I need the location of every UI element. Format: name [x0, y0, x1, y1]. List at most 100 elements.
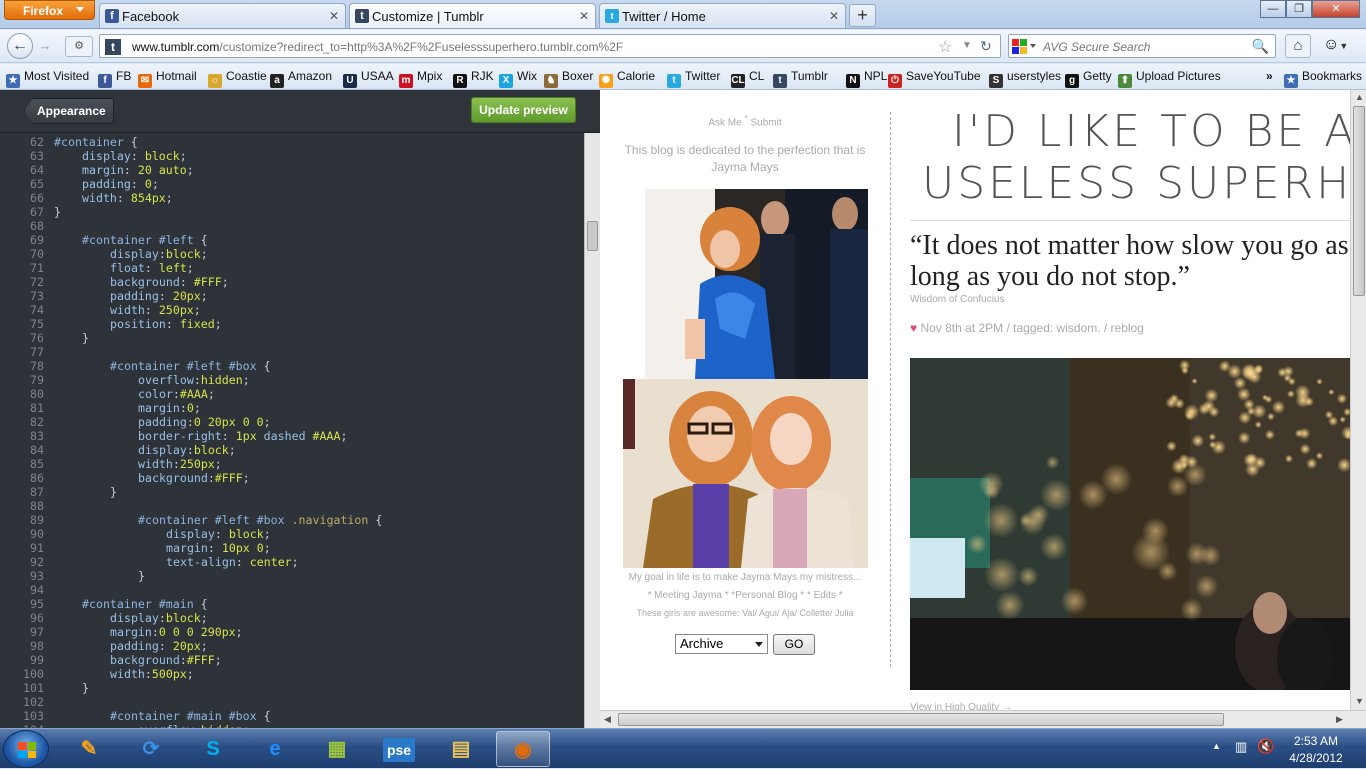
bookmark-fb[interactable]: f FB: [98, 69, 131, 88]
code-line[interactable]: }: [82, 681, 89, 695]
close-window-button[interactable]: ✕: [1312, 0, 1360, 18]
bookmark-getty[interactable]: g Getty: [1065, 69, 1112, 88]
bookmark-cl[interactable]: CL CL: [731, 69, 764, 88]
code-line[interactable]: text-align: center;: [166, 555, 299, 569]
bookmark-mpix[interactable]: m Mpix: [399, 69, 442, 88]
bookmark-usaa[interactable]: U USAA: [343, 69, 394, 88]
tab-twitter-home[interactable]: t Twitter / Home ✕: [599, 3, 846, 28]
css-code-editor[interactable]: 62 #container {63 display: block; 64 margin:…: [0, 133, 584, 728]
view-high-quality-link[interactable]: View in High Quality →: [910, 702, 1012, 710]
code-line[interactable]: padding: 0;: [82, 177, 159, 191]
code-line[interactable]: border-right: 1px dashed #AAA;: [138, 429, 347, 443]
firefox-menu-button[interactable]: Firefox: [4, 0, 95, 20]
minimize-button[interactable]: —: [1260, 0, 1286, 18]
search-icon[interactable]: 🔍: [1252, 38, 1269, 55]
taskbar-item-internet-explorer[interactable]: e: [248, 731, 302, 767]
bookmark-most-visited[interactable]: ★ Most Visited: [6, 69, 89, 88]
code-line[interactable]: #container #left {: [82, 233, 208, 247]
code-line[interactable]: float: left;: [110, 261, 194, 275]
taskbar-item-app-icon-1[interactable]: ✎: [62, 731, 116, 767]
sidebar-links[interactable]: * Meeting Jayma * *Personal Blog * * Edi…: [600, 590, 890, 601]
scrollbar-thumb[interactable]: [1353, 106, 1365, 296]
taskbar-item-file-explorer[interactable]: ▤: [434, 731, 488, 767]
code-line[interactable]: display:block;: [110, 611, 208, 625]
code-line[interactable]: color:#AAA;: [138, 387, 215, 401]
code-line[interactable]: padding: 20px;: [110, 289, 208, 303]
code-line[interactable]: #container #main {: [82, 597, 208, 611]
volume-icon[interactable]: 🔇: [1257, 738, 1274, 755]
code-line[interactable]: background: #FFF;: [110, 275, 229, 289]
bookmark-upload-pictures[interactable]: ⬆ Upload Pictures: [1118, 69, 1221, 88]
clock-time[interactable]: 2:53 AM: [1276, 734, 1356, 748]
bookmark-npl[interactable]: N NPL: [846, 69, 887, 88]
code-line[interactable]: display: block;: [82, 149, 187, 163]
code-line[interactable]: margin:0 0 0 290px;: [110, 625, 243, 639]
close-tab-icon[interactable]: ✕: [579, 9, 589, 23]
search-box[interactable]: AVG Secure Search 🔍: [1008, 34, 1276, 58]
code-line[interactable]: display: block;: [166, 527, 271, 541]
code-line[interactable]: }: [54, 205, 61, 219]
code-line[interactable]: background:#FFF;: [138, 471, 250, 485]
maximize-button[interactable]: ❐: [1286, 0, 1312, 18]
show-hidden-icons-icon[interactable]: ▲: [1212, 741, 1221, 751]
update-preview-button[interactable]: Update preview: [471, 97, 576, 123]
clock-date[interactable]: 4/28/2012: [1276, 751, 1356, 765]
addon-button[interactable]: ☺▼: [1319, 34, 1361, 58]
bookmark-coastie[interactable]: ☼ Coastie: [208, 69, 267, 88]
code-line[interactable]: margin: 20 auto;: [82, 163, 194, 177]
code-line[interactable]: }: [110, 485, 117, 499]
scroll-down-icon[interactable]: ▼: [1355, 696, 1364, 706]
bookmark-saveyoutube[interactable]: ⏻ SaveYouTube: [888, 69, 981, 88]
code-line[interactable]: padding: 20px;: [110, 639, 208, 653]
back-button[interactable]: ←: [7, 33, 33, 59]
code-line[interactable]: display:block;: [138, 443, 236, 457]
code-line[interactable]: #container #main #box {: [110, 709, 271, 723]
code-line[interactable]: #container #left #box {: [110, 359, 271, 373]
code-line[interactable]: #container {: [54, 135, 138, 149]
code-line[interactable]: #container #left #box .navigation {: [138, 513, 382, 527]
code-line[interactable]: margin:0;: [138, 401, 201, 415]
scroll-left-icon[interactable]: ◀: [604, 714, 611, 725]
scroll-up-icon[interactable]: ▲: [1355, 92, 1364, 102]
post-meta-text[interactable]: Nov 8th at 2PM / tagged: wisdom. / reblo…: [917, 321, 1143, 335]
preview-vertical-scrollbar[interactable]: ▲ ▼: [1350, 90, 1366, 710]
code-line[interactable]: }: [138, 569, 145, 583]
new-tab-button[interactable]: +: [849, 4, 876, 27]
code-line[interactable]: position: fixed;: [110, 317, 222, 331]
archive-select[interactable]: Archive: [675, 634, 768, 654]
reload-icon[interactable]: ↻: [980, 38, 992, 55]
bookmark-rjk[interactable]: R RJK: [453, 69, 494, 88]
bookmark-twitter[interactable]: t Twitter: [667, 69, 720, 88]
bookmark-calorie[interactable]: ✺ Calorie: [599, 69, 655, 88]
history-dropdown-icon[interactable]: ▼: [962, 40, 972, 51]
bookmark-wix[interactable]: X Wix: [499, 69, 537, 88]
bookmark-boxer[interactable]: ♞ Boxer: [544, 69, 593, 88]
code-line[interactable]: width: 854px;: [82, 191, 173, 205]
close-tab-icon[interactable]: ✕: [329, 9, 339, 23]
submit-link[interactable]: Submit: [751, 117, 782, 128]
taskbar-item-photo-gallery[interactable]: ▦: [310, 731, 364, 767]
code-line[interactable]: overflow:hidden;: [138, 373, 250, 387]
preview-horizontal-scrollbar[interactable]: ◀ ▶: [600, 710, 1366, 728]
taskbar-item-sync[interactable]: ⟳: [124, 731, 178, 767]
bookmarks-overflow-button[interactable]: »: [1266, 69, 1273, 83]
taskbar-item-skype[interactable]: S: [186, 731, 240, 767]
code-line[interactable]: width:500px;: [110, 667, 194, 681]
code-line[interactable]: padding:0 20px 0 0;: [138, 415, 271, 429]
scrollbar-thumb[interactable]: [618, 713, 1224, 726]
bookmark-star-icon[interactable]: ☆: [938, 37, 952, 57]
code-line[interactable]: display:block;: [110, 247, 208, 261]
taskbar-item-firefox[interactable]: ◉: [496, 731, 550, 767]
url-bar[interactable]: t www.tumblr.com/customize?redirect_to=h…: [99, 34, 1001, 58]
ask-me-link[interactable]: Ask Me: [708, 117, 741, 128]
friends-links[interactable]: Val/ Agui/ Aja/ Collette/ Julia: [742, 608, 853, 618]
extension-button[interactable]: ⚙: [65, 36, 93, 57]
code-line[interactable]: }: [82, 331, 89, 345]
tab-facebook[interactable]: f Facebook ✕: [99, 3, 346, 28]
bookmark-amazon[interactable]: a Amazon: [270, 69, 332, 88]
bookmark-hotmail[interactable]: ✉ Hotmail: [138, 69, 197, 88]
scrollbar-thumb[interactable]: [587, 221, 598, 251]
scroll-right-icon[interactable]: ▶: [1336, 714, 1343, 725]
bookmark-tumblr[interactable]: t Tumblr: [773, 69, 828, 88]
network-icon[interactable]: ▥: [1235, 739, 1247, 755]
